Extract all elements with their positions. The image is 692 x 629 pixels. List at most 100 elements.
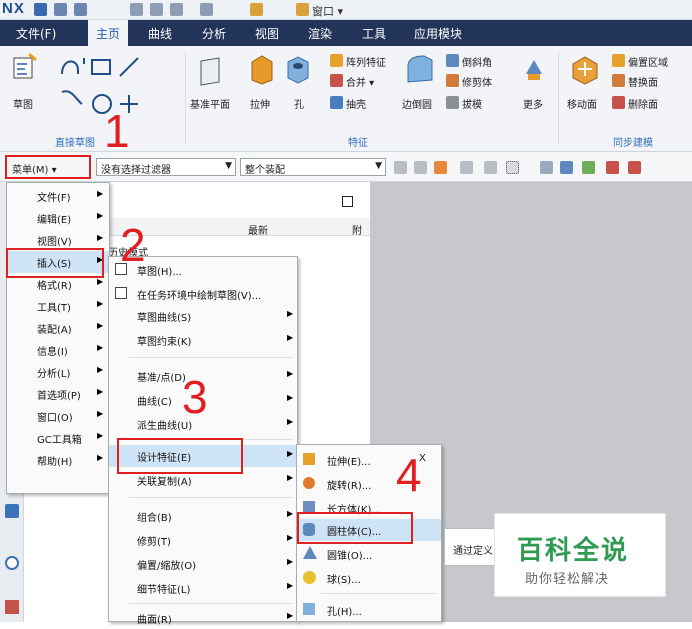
- menu-item-label: 曲线(C): [137, 397, 172, 408]
- roles-icon[interactable]: [5, 600, 19, 614]
- tab-file[interactable]: 文件(F): [16, 25, 56, 42]
- more-button[interactable]: 更多: [523, 96, 543, 111]
- menu-item-sphere[interactable]: 球(S)...: [297, 567, 441, 589]
- menu-item-help[interactable]: 帮助(H) ▶: [7, 449, 109, 471]
- menu-item-cone[interactable]: 圆锥(O)...: [297, 543, 441, 565]
- menu-item-assembly[interactable]: 装配(A) ▶: [7, 317, 109, 339]
- line-icon[interactable]: [606, 161, 619, 174]
- submenu-arrow-icon: ▶: [287, 581, 294, 590]
- shell-button[interactable]: 抽壳: [346, 96, 366, 111]
- menu-item-analysis[interactable]: 分析(L) ▶: [7, 361, 109, 383]
- tab-home[interactable]: 主页: [88, 20, 129, 46]
- menu-item-trim[interactable]: 修剪(T) ▶: [109, 529, 297, 551]
- more-icon[interactable]: [524, 56, 544, 82]
- menu-item-offset-scale[interactable]: 偏置/缩放(O) ▶: [109, 553, 297, 575]
- repeat-command-icon[interactable]: [200, 3, 213, 16]
- menu-item-gc-toolkit[interactable]: GC工具箱 ▶: [7, 427, 109, 449]
- rectangle-select-icon[interactable]: [506, 161, 519, 174]
- pattern-feature-button[interactable]: 阵列特征: [346, 54, 386, 69]
- unite-button[interactable]: 合并 ▾: [346, 74, 374, 89]
- menu-item-label: 孔(H)...: [327, 607, 362, 618]
- paste-icon[interactable]: [170, 3, 183, 16]
- highlight-insert-item: [6, 248, 104, 278]
- cut-icon[interactable]: [130, 3, 143, 16]
- menu-item-label: 在任务环境中绘制草图(V)...: [137, 291, 262, 302]
- snap-point-icon[interactable]: [460, 161, 473, 174]
- tab-application[interactable]: 应用模块: [414, 25, 462, 42]
- render-style-icon[interactable]: [560, 161, 573, 174]
- menu-item-tools[interactable]: 工具(T) ▶: [7, 295, 109, 317]
- menu-item-combine[interactable]: 组合(B) ▶: [109, 505, 297, 527]
- tab-render[interactable]: 渲染: [308, 25, 332, 42]
- menu-separator: [129, 603, 293, 604]
- edge-blend-icon[interactable]: [404, 54, 436, 86]
- group-feature-label: 特征: [348, 138, 368, 149]
- line-icon[interactable]: [628, 161, 641, 174]
- unite-icon: [330, 74, 343, 87]
- watermark-subtitle: 助你轻松解决: [525, 572, 610, 587]
- extrude-label: 拉伸: [250, 100, 270, 111]
- menu-item-label: 关联复制(A): [137, 477, 192, 488]
- trim-body-button[interactable]: 修剪体: [462, 74, 492, 89]
- submenu-arrow-icon: ▶: [287, 473, 294, 482]
- tab-curve[interactable]: 曲线: [148, 25, 172, 42]
- tab-view[interactable]: 视图: [255, 25, 279, 42]
- column-latest: 最新: [248, 226, 268, 237]
- tab-analysis[interactable]: 分析: [202, 25, 226, 42]
- submenu-arrow-icon: ▶: [97, 277, 104, 286]
- menu-item-edit[interactable]: 编辑(E) ▶: [7, 207, 109, 229]
- menu-item-label: 分析(L): [37, 369, 71, 380]
- menu-item-surface[interactable]: 曲面(R) ▶: [109, 607, 297, 629]
- offset-region-button[interactable]: 偏置区域: [628, 54, 668, 69]
- save-icon[interactable]: [34, 3, 47, 16]
- replace-face-button[interactable]: 替换面: [628, 74, 658, 89]
- menu-item-detail-feature[interactable]: 细节特征(L) ▶: [109, 577, 297, 599]
- selection-mode-icon[interactable]: [434, 161, 447, 174]
- menu-item-label: 偏置/缩放(O): [137, 561, 197, 572]
- group-sync-label: 同步建模: [613, 138, 653, 149]
- selection-scope-combo[interactable]: 整个装配 ▼: [240, 158, 386, 176]
- move-face-label: 移动面: [567, 100, 597, 111]
- chamfer-icon: [446, 54, 459, 67]
- draft-button[interactable]: 拔模: [462, 96, 482, 111]
- hole-icon[interactable]: [285, 54, 311, 84]
- submenu-arrow-icon: ▶: [287, 533, 294, 542]
- snap-point-icon[interactable]: [394, 161, 407, 174]
- datum-plane-icon[interactable]: [198, 56, 222, 86]
- part-navigator-icon[interactable]: [5, 504, 19, 518]
- submenu-arrow-icon: ▶: [97, 321, 104, 330]
- snap-point-icon[interactable]: [414, 161, 427, 174]
- copy-icon[interactable]: [150, 3, 163, 16]
- selection-filter-combo[interactable]: 没有选择过滤器 ▼: [96, 158, 236, 176]
- chamfer-button[interactable]: 倒斜角: [462, 54, 492, 69]
- extrude-icon: [303, 453, 315, 465]
- history-clock-icon[interactable]: [5, 556, 19, 570]
- menu-item-window[interactable]: 窗口(O) ▶: [7, 405, 109, 427]
- ribbon-tab-bar: 文件(F) 主页 曲线 分析 视图 渲染 工具 应用模块: [0, 20, 692, 46]
- move-face-icon[interactable]: [568, 52, 602, 86]
- menu-item-label: 曲面(R): [137, 615, 172, 626]
- view-orientation-icon[interactable]: [582, 161, 595, 174]
- menu-item-hole[interactable]: 孔(H)...: [297, 599, 441, 621]
- menu-item-information[interactable]: 信息(I) ▶: [7, 339, 109, 361]
- submenu-arrow-icon: ▶: [97, 453, 104, 462]
- menu-item-file[interactable]: 文件(F) ▶: [7, 185, 109, 207]
- display-icon[interactable]: [540, 161, 553, 174]
- menu-item-sketch-curve[interactable]: 草图曲线(S) ▶: [109, 305, 297, 327]
- touch-mode-icon[interactable]: [250, 3, 263, 16]
- sketch-icon[interactable]: [12, 52, 38, 82]
- cone-icon: [303, 546, 317, 559]
- window-menu[interactable]: 窗口 ▾: [312, 3, 343, 19]
- menu-item-sketch-constraint[interactable]: 草图约束(K) ▶: [109, 329, 297, 351]
- snap-point-icon[interactable]: [484, 161, 497, 174]
- undo-icon[interactable]: [54, 3, 67, 16]
- maximize-icon[interactable]: [342, 196, 353, 207]
- menu-item-task-sketch[interactable]: 在任务环境中绘制草图(V)...: [109, 283, 297, 305]
- redo-icon[interactable]: [74, 3, 87, 16]
- delete-face-button[interactable]: 删除面: [628, 96, 658, 111]
- menu-item-label: 文件(F): [37, 193, 71, 204]
- tab-tools[interactable]: 工具: [362, 25, 386, 42]
- menu-item-preferences[interactable]: 首选项(P) ▶: [7, 383, 109, 405]
- highlight-cylinder-item: [297, 512, 413, 544]
- extrude-icon[interactable]: [248, 54, 276, 86]
